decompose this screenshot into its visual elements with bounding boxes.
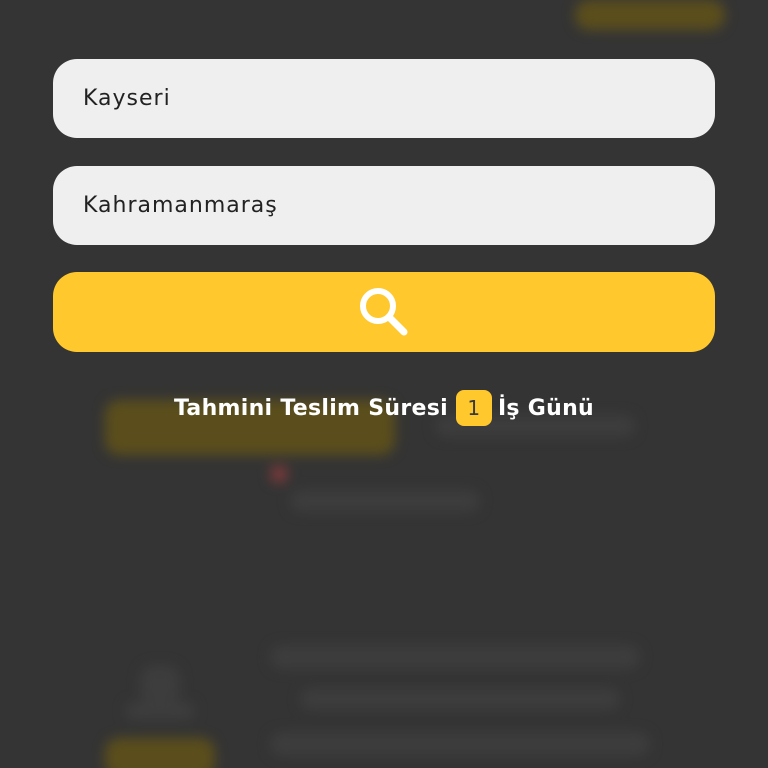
destination-field[interactable] bbox=[53, 166, 715, 245]
origin-field[interactable] bbox=[53, 59, 715, 138]
app-screen: Tahmini Teslim Süresi 1 İş Günü bbox=[0, 0, 768, 768]
background-text-block bbox=[300, 688, 620, 710]
background-button bbox=[575, 0, 725, 30]
estimate-unit: İş Günü bbox=[497, 395, 595, 421]
estimate-label: Tahmini Teslim Süresi bbox=[173, 395, 448, 421]
background-icon bbox=[140, 665, 180, 705]
delivery-estimate: Tahmini Teslim Süresi 1 İş Günü bbox=[0, 388, 768, 428]
background-text-block bbox=[290, 490, 480, 512]
days-badge: 1 bbox=[455, 390, 492, 426]
search-icon bbox=[356, 284, 412, 340]
origin-input[interactable] bbox=[81, 85, 687, 112]
background-text-block bbox=[270, 732, 650, 756]
background-marker bbox=[270, 465, 288, 483]
background-button bbox=[105, 738, 215, 768]
search-button[interactable] bbox=[53, 272, 715, 352]
background-text-block bbox=[125, 702, 195, 720]
destination-input[interactable] bbox=[81, 192, 687, 219]
background-text-block bbox=[270, 645, 640, 669]
